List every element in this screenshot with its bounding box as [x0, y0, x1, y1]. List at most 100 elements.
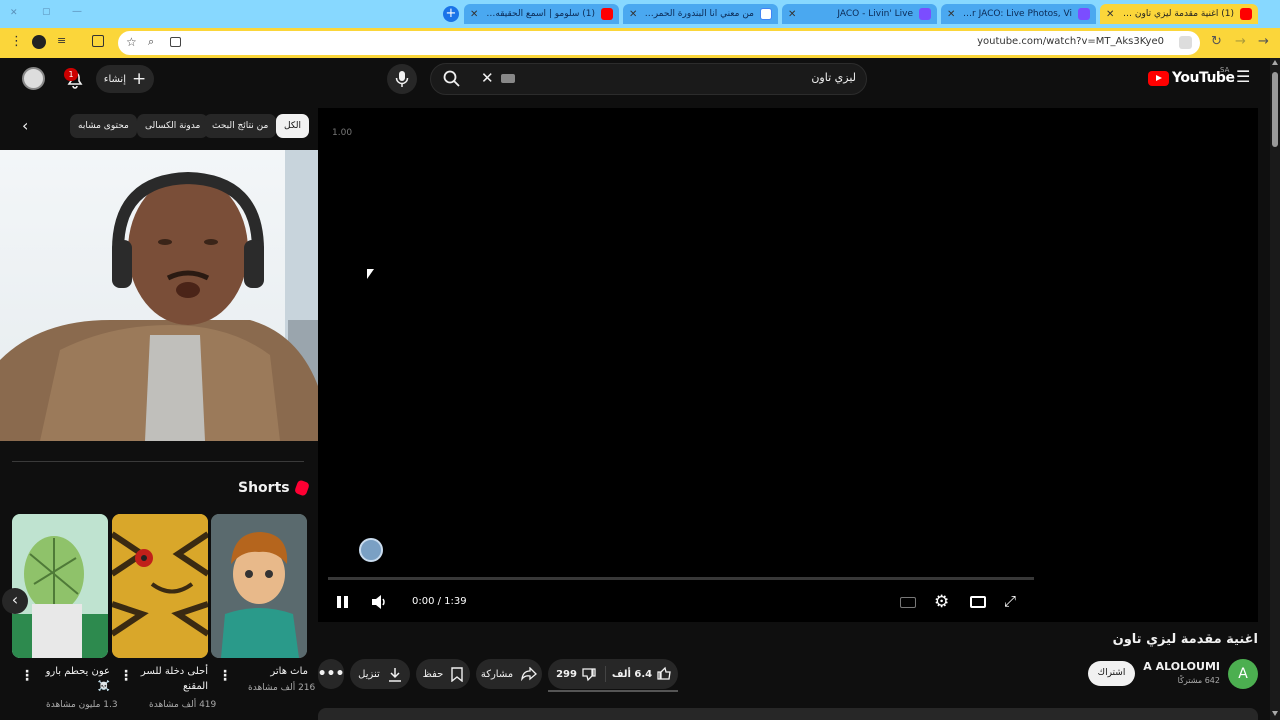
- tab-close-icon[interactable]: ✕: [947, 9, 955, 20]
- share-button[interactable]: مشاركة: [476, 659, 542, 689]
- tab-close-icon[interactable]: ✕: [1106, 9, 1114, 20]
- tab-title: من معني انا البندورة الحمراء - بحـ...: [643, 9, 754, 19]
- short-views-3: 1.3 مليون مشاهدة: [46, 700, 118, 710]
- short-thumbnail-2[interactable]: [112, 514, 208, 658]
- channel-avatar[interactable]: A: [1228, 659, 1258, 689]
- playback-speed-label: 1.00: [332, 128, 353, 138]
- browser-tab-bar: ✕ ▢ — + (1) سلومو | اسمع الحقيقه | كتر..…: [0, 0, 1280, 28]
- voice-search-button[interactable]: [387, 64, 417, 94]
- like-underline: [548, 690, 678, 692]
- share-arrow-icon: [521, 667, 538, 681]
- scroll-down-icon[interactable]: [1272, 711, 1278, 716]
- menu-dots-icon[interactable]: ⋮: [10, 34, 23, 49]
- create-button[interactable]: إنشاء +: [96, 65, 154, 93]
- player-watermark-icon: [359, 538, 383, 562]
- tab-4[interactable]: من معني انا البندورة الحمراء - بحـ... ✕: [623, 4, 778, 24]
- keyboard-icon[interactable]: [501, 74, 515, 83]
- theater-mode-icon[interactable]: [970, 596, 986, 608]
- dislike-button[interactable]: 299: [548, 666, 606, 682]
- subscribe-button[interactable]: اشتراك: [1088, 661, 1135, 686]
- short-menu-icon[interactable]: ⋮: [218, 668, 232, 684]
- sidebar-divider: [12, 461, 304, 462]
- channel-name[interactable]: A ALOLOUMI: [1143, 660, 1220, 673]
- window-close-icon[interactable]: —: [72, 6, 82, 17]
- scrollbar-thumb[interactable]: [1272, 72, 1278, 147]
- scroll-up-icon[interactable]: [1272, 60, 1278, 65]
- mouse-cursor-icon: [367, 269, 374, 279]
- bookmark-icon: [451, 666, 464, 682]
- shorts-logo-icon: [293, 479, 310, 497]
- pause-icon: [337, 596, 348, 608]
- fullscreen-icon[interactable]: ⤢: [1004, 592, 1016, 610]
- bookmark-star-icon[interactable]: ☆: [126, 35, 137, 49]
- country-code: SA: [1220, 66, 1230, 74]
- short-title-2[interactable]: أحلى دخلة للسر المقنع: [138, 664, 208, 694]
- back-icon[interactable]: →: [1258, 34, 1269, 49]
- settings-gear-icon[interactable]: ⚙: [934, 592, 949, 612]
- tab-5[interactable]: (1) سلومو | اسمع الحقيقه | كتر... ✕: [464, 4, 619, 24]
- short-image: [211, 514, 307, 658]
- subtitles-icon[interactable]: [900, 597, 916, 608]
- profile-avatar-icon[interactable]: [32, 35, 46, 49]
- tab-2[interactable]: Discover JACO: Live Photos, Vi... ✕: [941, 4, 1096, 24]
- like-count: 6.4 ألف: [611, 668, 653, 680]
- youtube-favicon-icon: [1240, 8, 1252, 20]
- account-avatar[interactable]: [22, 67, 45, 90]
- search-bar[interactable]: ✕ ليزي تاون: [430, 63, 867, 95]
- tab-1-active[interactable]: (1) اغنية مقدمة ليزي تاون - YouTube ✕: [1100, 4, 1258, 24]
- time-display: 0:00 / 1:39: [412, 596, 467, 607]
- webcam-overlay: [0, 150, 330, 441]
- description-box[interactable]: [318, 708, 1258, 720]
- short-menu-icon[interactable]: ⋮: [119, 668, 133, 684]
- volume-button[interactable]: [370, 593, 388, 611]
- progress-bar[interactable]: [328, 577, 1034, 580]
- zoom-icon[interactable]: ⌕: [148, 35, 154, 49]
- chip-from-search[interactable]: من نتائج البحث: [204, 114, 277, 138]
- tab-close-icon[interactable]: ✕: [470, 9, 478, 20]
- short-title-1[interactable]: ماث هاتر: [238, 664, 308, 679]
- window-restore-icon[interactable]: ▢: [42, 7, 51, 17]
- forward-icon[interactable]: →: [1235, 34, 1246, 49]
- thumbs-down-icon: [582, 668, 596, 682]
- url-text: youtube.com/watch?v=MT_Aks3Kye0: [977, 36, 1164, 47]
- address-bar[interactable]: ☆ ⌕ youtube.com/watch?v=MT_Aks3Kye0: [118, 31, 1200, 55]
- download-button[interactable]: تنزيل: [350, 659, 410, 689]
- youtube-play-icon: [1148, 70, 1169, 86]
- pause-button[interactable]: [336, 594, 350, 610]
- microphone-icon: [395, 71, 409, 87]
- clear-search-icon[interactable]: ✕: [481, 69, 494, 87]
- search-icon[interactable]: [442, 69, 462, 89]
- short-title-3[interactable]: عون يحطم بارو ☠️: [40, 664, 110, 694]
- guide-menu-icon[interactable]: ☰: [1236, 67, 1250, 86]
- tab-title: (1) سلومو | اسمع الحقيقه | كتر...: [484, 9, 595, 19]
- site-info-icon[interactable]: [1179, 36, 1192, 49]
- video-title: اغنية مقدمة ليزي تاون: [1112, 632, 1258, 647]
- volume-icon: [372, 595, 385, 609]
- tab-close-icon[interactable]: ✕: [629, 9, 637, 20]
- chip-related[interactable]: محتوى مشابه: [70, 114, 137, 138]
- save-label: حفظ: [422, 668, 444, 680]
- tab-close-icon[interactable]: ✕: [788, 9, 796, 20]
- new-tab-button[interactable]: +: [443, 6, 459, 22]
- install-app-icon[interactable]: [170, 37, 181, 47]
- shorts-scroll-left-button[interactable]: ‹: [2, 588, 28, 614]
- reload-icon[interactable]: ↻: [1211, 34, 1222, 49]
- more-actions-button[interactable]: •••: [318, 659, 344, 689]
- video-player[interactable]: 1.00 0:00 / 1:39 ⚙ ⤢: [318, 108, 1258, 622]
- chips-scroll-left-icon[interactable]: ‹: [22, 116, 28, 135]
- chip-all[interactable]: الكل: [276, 114, 310, 138]
- chip-channel[interactable]: مدونة الكسالى: [137, 114, 209, 138]
- like-button[interactable]: 6.4 ألف: [606, 666, 678, 682]
- short-thumbnail-3[interactable]: [12, 514, 108, 658]
- reading-list-icon[interactable]: ≡: [57, 34, 66, 47]
- short-thumbnail-1[interactable]: [211, 514, 307, 658]
- extensions-icon[interactable]: [92, 35, 104, 47]
- notification-badge: 1: [64, 68, 78, 81]
- save-button[interactable]: حفظ: [416, 659, 470, 689]
- window-minimize-icon[interactable]: ✕: [10, 8, 18, 18]
- tab-3[interactable]: JACO - Livin' Live ✕: [782, 4, 937, 24]
- page-scrollbar[interactable]: [1270, 58, 1280, 720]
- short-menu-icon[interactable]: ⋮: [20, 668, 34, 684]
- notifications-button[interactable]: 1: [62, 66, 88, 92]
- search-input[interactable]: ليزي تاون: [811, 71, 856, 84]
